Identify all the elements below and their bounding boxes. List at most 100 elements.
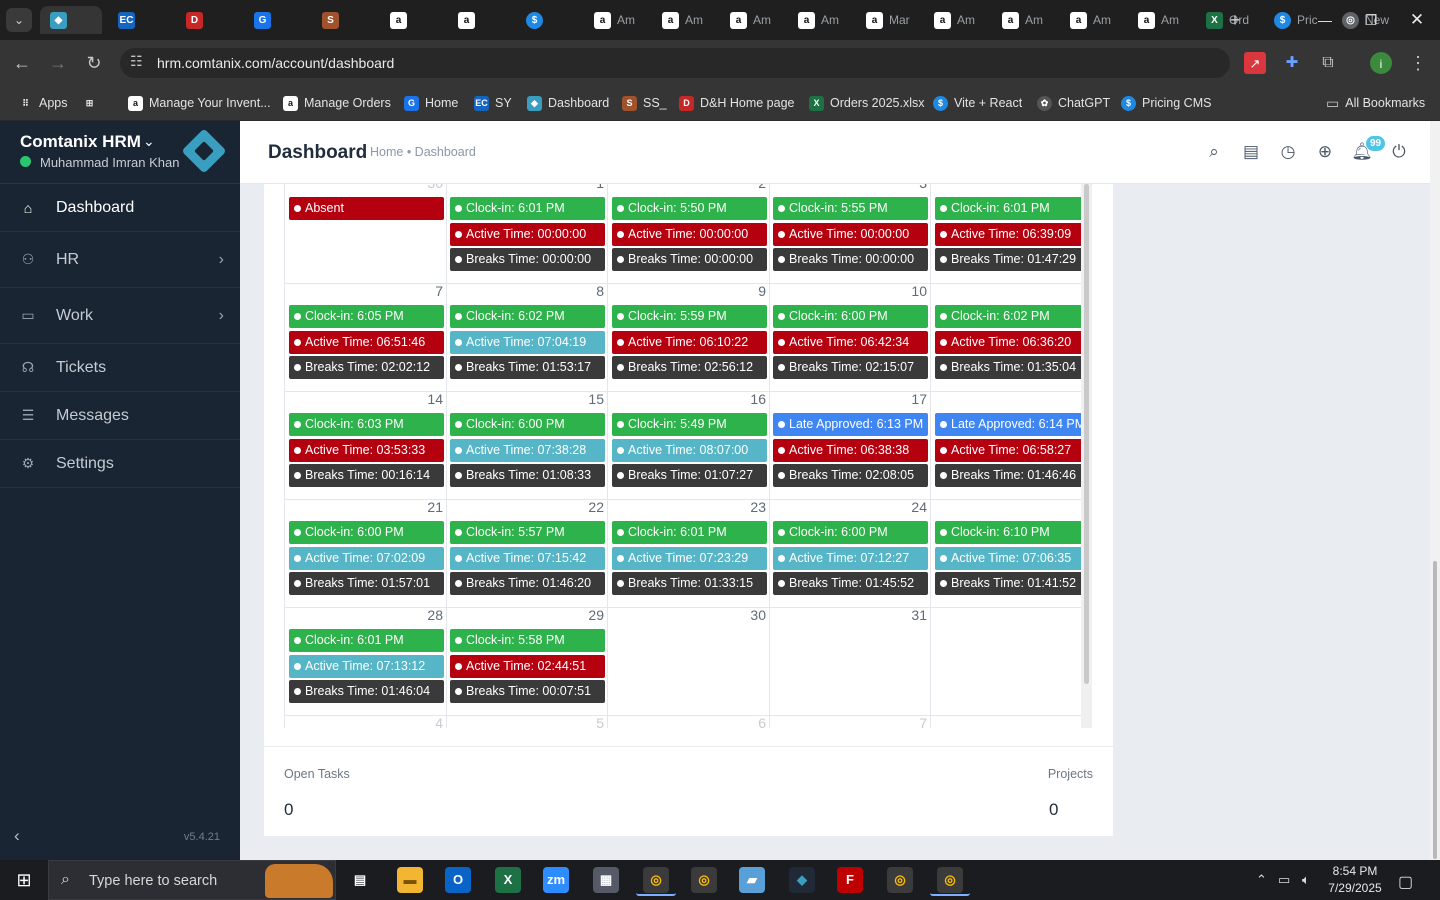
calendar-day-cell[interactable]: 14 Clock-in: 6:03 PM Active Time: 03:53:33… — [285, 391, 447, 500]
minimize-icon[interactable]: — — [1302, 0, 1348, 40]
page-scrollbar[interactable] — [1430, 121, 1440, 860]
attendance-event[interactable]: Clock-in: 6:02 PM — [450, 305, 605, 328]
taskbar-search-box[interactable]: ⌕ Type here to search — [48, 860, 336, 900]
calendar-day-cell[interactable]: 4Clock-in: 6:01 PMActive Time: 06:39:09B… — [931, 184, 1081, 284]
profile-avatar-icon[interactable]: i — [1370, 52, 1392, 74]
sidebar-item-hr[interactable]: ⚇ HR › — [0, 232, 240, 288]
sidebar-item-dashboard[interactable]: ⌂ Dashboard — [0, 184, 240, 232]
attendance-event[interactable]: Active Time: 06:51:46 — [289, 330, 444, 354]
attendance-event[interactable]: Breaks Time: 01:45:52 — [773, 572, 928, 595]
task-view-icon[interactable]: ▤ — [340, 864, 380, 896]
attendance-event[interactable]: Clock-in: 6:01 PM — [450, 197, 605, 220]
calendar-day-cell[interactable]: 1 — [931, 608, 1081, 716]
calendar-day-cell[interactable]: 21 Clock-in: 6:00 PM Active Time: 07:02:09… — [285, 499, 447, 608]
calendar-day-cell[interactable]: 31 — [769, 607, 931, 716]
sidebar-item-tickets[interactable]: ☊ Tickets — [0, 344, 240, 392]
sidebar-item-work[interactable]: ▭ Work › — [0, 288, 240, 344]
attendance-event[interactable]: Active Time: 02:44:51 — [450, 654, 605, 678]
attendance-event[interactable]: Breaks Time: 00:00:00 — [450, 248, 605, 271]
browser-tab[interactable]: a Mar — [856, 6, 918, 34]
calendar-day-cell[interactable]: 9 Clock-in: 5:59 PM Active Time: 06:10:22 B… — [608, 283, 770, 392]
browser-tab[interactable]: S — [312, 6, 374, 34]
attendance-event[interactable]: Breaks Time: 00:00:00 — [773, 248, 928, 271]
attendance-event[interactable]: Breaks Time: 02:08:05 — [773, 464, 928, 487]
attendance-event[interactable]: Clock-in: 5:55 PM — [773, 197, 928, 220]
attendance-event[interactable]: Breaks Time: 02:56:12 — [612, 356, 767, 379]
calendar-day-cell[interactable]: 23 Clock-in: 6:01 PM Active Time: 07:23:29… — [608, 499, 770, 608]
power-icon[interactable]: ⏻ — [1388, 141, 1410, 163]
attendance-event[interactable]: Clock-in: 5:49 PM — [612, 413, 767, 436]
attendance-event[interactable]: Clock-in: 6:01 PM — [935, 197, 1081, 220]
attendance-event[interactable]: Active Time: 00:00:00 — [612, 222, 767, 246]
calendar-day-cell[interactable]: 1 Clock-in: 6:01 PM Active Time: 00:00:00 B… — [446, 184, 608, 284]
attendance-event[interactable]: Late Approved: 6:14 PM — [935, 413, 1081, 436]
browser-tab[interactable]: a Am — [1060, 6, 1122, 34]
calendar-day-cell[interactable]: 16 Clock-in: 5:49 PM Active Time: 08:07:00… — [608, 391, 770, 500]
browser-tab[interactable]: a Am — [652, 6, 714, 34]
action-center-icon[interactable]: ▢ — [1398, 872, 1413, 892]
attendance-event[interactable]: Breaks Time: 00:16:14 — [289, 464, 444, 487]
file-explorer-icon[interactable]: ▬ — [390, 864, 430, 896]
browser-tab[interactable]: $ — [516, 6, 578, 34]
attendance-event[interactable]: Active Time: 00:00:00 — [450, 222, 605, 246]
attendance-event[interactable]: Clock-in: 6:01 PM — [289, 629, 444, 652]
new-tab-plus-icon[interactable]: + — [1222, 8, 1248, 32]
extensions-puzzle-icon[interactable]: ⧉ — [1316, 51, 1340, 75]
attendance-event[interactable]: Breaks Time: 00:00:00 — [612, 248, 767, 271]
search-icon[interactable]: ⌕ — [1203, 141, 1225, 163]
browser-tab[interactable]: D — [176, 6, 238, 34]
attendance-event[interactable]: Breaks Time: 01:08:33 — [450, 464, 605, 487]
attendance-event[interactable]: Clock-in: 6:00 PM — [773, 305, 928, 328]
calendar-day-cell[interactable]: 28 Clock-in: 6:01 PM Active Time: 07:13:12… — [285, 607, 447, 716]
filezilla-icon[interactable]: F — [830, 864, 870, 896]
notes-icon[interactable]: ▤ — [1240, 141, 1262, 163]
calendar-day-cell[interactable]: 29 Clock-in: 5:58 PM Active Time: 02:44:51… — [446, 607, 608, 716]
calendar-day-cell[interactable]: 4 — [285, 715, 447, 728]
attendance-event[interactable]: Active Time: 07:02:09 — [289, 546, 444, 570]
attendance-event[interactable]: Active Time: 06:36:20 — [935, 330, 1081, 354]
outlook-icon[interactable]: O — [438, 864, 478, 896]
back-arrow-icon[interactable]: ← — [10, 51, 34, 75]
bookmark-item[interactable]: D D&H Home page — [679, 92, 795, 114]
volume-icon[interactable]: 🔈︎ — [1302, 872, 1310, 888]
zoom-icon[interactable]: zm — [536, 864, 576, 896]
calculator-icon[interactable]: ▦ — [586, 864, 626, 896]
attendance-event[interactable]: Clock-in: 6:05 PM — [289, 305, 444, 328]
network-icon[interactable]: ▭ — [1278, 872, 1290, 888]
sidebar-item-messages[interactable]: ☰ Messages — [0, 392, 240, 440]
attendance-event[interactable]: Clock-in: 5:59 PM — [612, 305, 767, 328]
attendance-event[interactable]: Clock-in: 6:00 PM — [773, 521, 928, 544]
excel-icon[interactable]: X — [488, 864, 528, 896]
bookmark-item[interactable]: EC SY — [474, 92, 512, 114]
attendance-event[interactable]: Breaks Time: 01:33:15 — [612, 572, 767, 595]
attendance-event[interactable]: Clock-in: 5:58 PM — [450, 629, 605, 652]
attendance-event[interactable]: Active Time: 06:39:09 — [935, 222, 1081, 246]
browser-tab[interactable]: a Am — [788, 6, 850, 34]
calendar-scrollbar[interactable] — [1081, 184, 1092, 728]
tab-search-chevron-icon[interactable]: ⌄ — [6, 8, 32, 32]
calendar-day-cell[interactable]: 8 — [931, 716, 1081, 728]
attendance-event[interactable]: Breaks Time: 00:07:51 — [450, 680, 605, 703]
add-circle-icon[interactable]: ⊕ — [1314, 141, 1336, 163]
calendar-day-cell[interactable]: 25Clock-in: 6:10 PMActive Time: 07:06:35… — [931, 500, 1081, 608]
calendar-day-cell[interactable]: 3 Clock-in: 5:55 PM Active Time: 00:00:00 B… — [769, 184, 931, 284]
taskbar-clock[interactable]: 8:54 PM 7/29/2025 — [1322, 863, 1388, 897]
bookmark-item[interactable]: ◆ Dashboard — [527, 92, 609, 114]
calendar-day-cell[interactable]: 15 Clock-in: 6:00 PM Active Time: 07:38:28… — [446, 391, 608, 500]
close-window-icon[interactable]: ✕ — [1394, 0, 1440, 40]
browser-tab[interactable]: a — [448, 6, 510, 34]
browser-tab[interactable]: a Am — [720, 6, 782, 34]
attendance-event[interactable]: Breaks Time: 01:35:04 — [935, 356, 1081, 379]
calendar-day-cell[interactable]: 5 — [446, 715, 608, 728]
attendance-event[interactable]: Late Approved: 6:13 PM — [773, 413, 928, 436]
company-chevron-down-icon[interactable]: ⌄ — [143, 133, 155, 150]
attendance-event[interactable]: Active Time: 06:38:38 — [773, 438, 928, 462]
calendar-day-cell[interactable]: 2 Clock-in: 5:50 PM Active Time: 00:00:00 B… — [608, 184, 770, 284]
attendance-event[interactable]: Breaks Time: 01:57:01 — [289, 572, 444, 595]
attendance-event[interactable]: Clock-in: 6:01 PM — [612, 521, 767, 544]
sidebar-item-settings[interactable]: ⚙ Settings — [0, 440, 240, 488]
all-bookmarks-button[interactable]: ▭ All Bookmarks — [1326, 92, 1425, 114]
attendance-event[interactable]: Breaks Time: 02:02:12 — [289, 356, 444, 379]
restore-icon[interactable]: ❐ — [1348, 0, 1394, 40]
attendance-event[interactable]: Breaks Time: 01:46:20 — [450, 572, 605, 595]
